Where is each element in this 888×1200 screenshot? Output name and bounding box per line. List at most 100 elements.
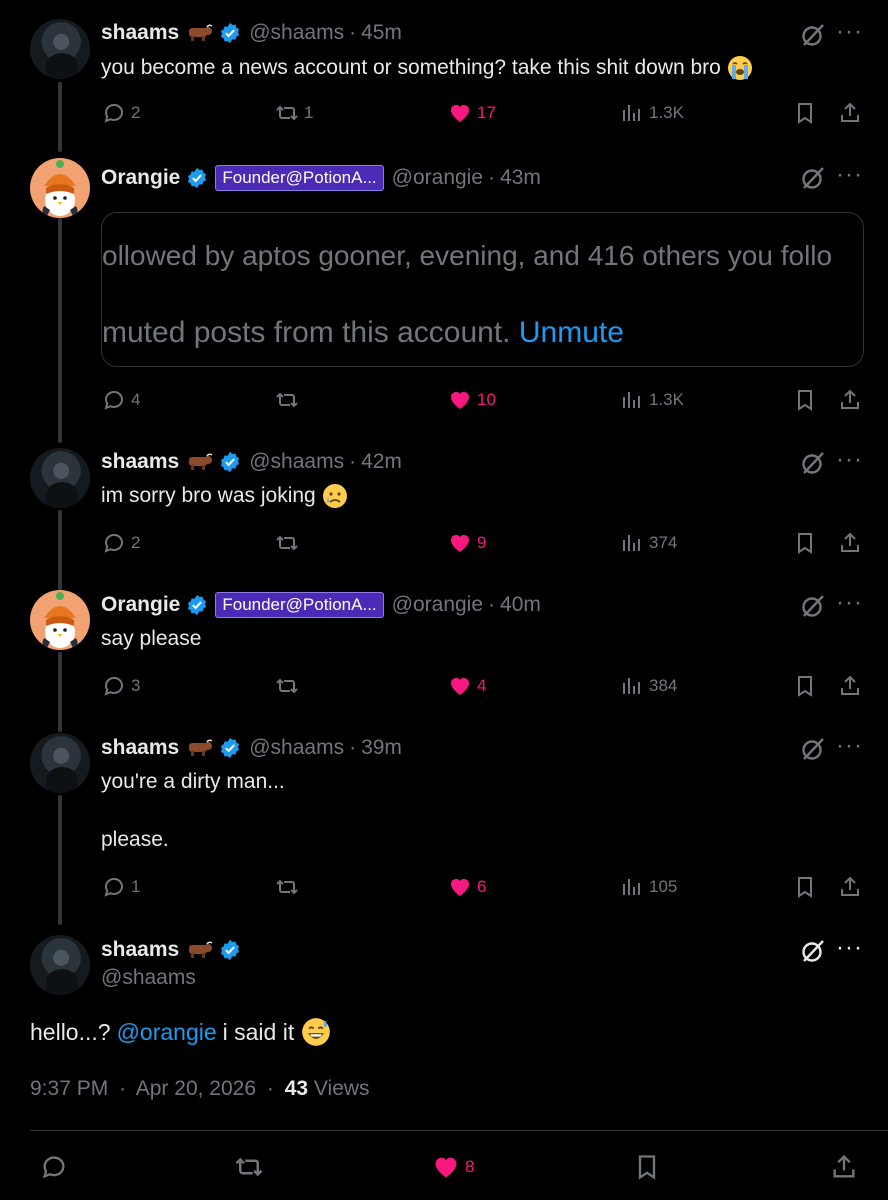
reply-button[interactable]: 2 xyxy=(102,528,140,558)
reply-tweet[interactable]: shaams @shaams · 42m ··· im sorry bro wa… xyxy=(0,435,888,580)
reply-tweet[interactable]: Orangie Founder@PotionA... @orangie · 40… xyxy=(0,580,888,725)
reply-button[interactable]: 2 xyxy=(102,98,140,128)
views-icon xyxy=(623,392,640,408)
affiliate-badge[interactable]: Founder@PotionA... xyxy=(215,165,384,191)
avatar[interactable] xyxy=(30,733,90,793)
like-button[interactable]: 6 xyxy=(448,872,486,902)
repost-button[interactable] xyxy=(275,385,299,415)
grok-icon[interactable] xyxy=(800,22,826,48)
affiliate-badge[interactable]: Founder@PotionA... xyxy=(215,592,384,618)
user-handle[interactable]: @shaams xyxy=(249,736,344,760)
grok-icon[interactable] xyxy=(800,450,826,476)
share-button[interactable] xyxy=(838,528,862,558)
timestamp[interactable]: 39m xyxy=(361,736,402,760)
avatar[interactable] xyxy=(30,19,90,79)
tweet-text-after: i said it xyxy=(222,1018,295,1045)
display-name[interactable]: shaams xyxy=(101,450,179,474)
muted-post-notice: ollowed by aptos gooner, evening, and 41… xyxy=(101,212,864,367)
bookmark-button[interactable] xyxy=(793,528,817,558)
reply-button[interactable]: 1 xyxy=(102,872,140,902)
grok-icon[interactable] xyxy=(800,736,826,762)
reply-button[interactable] xyxy=(40,1152,68,1182)
repost-icon xyxy=(235,1157,263,1177)
more-options-icon[interactable]: ··· xyxy=(836,591,864,621)
avatar[interactable] xyxy=(30,158,90,218)
more-options-icon[interactable]: ··· xyxy=(836,163,864,193)
more-options-icon[interactable]: ··· xyxy=(836,448,864,478)
display-name[interactable]: Orangie xyxy=(101,166,180,190)
tweet-header: Orangie Founder@PotionA... @orangie · 40… xyxy=(101,590,541,620)
views-count: 43 xyxy=(284,1077,309,1100)
repost-button[interactable]: 1 xyxy=(275,98,313,128)
views-button[interactable]: 1.3K xyxy=(620,385,684,415)
more-options-icon[interactable]: ··· xyxy=(836,936,864,966)
repost-icon xyxy=(276,678,298,694)
ox-icon xyxy=(189,739,213,756)
tweet-date[interactable]: Apr 20, 2026 xyxy=(136,1077,256,1100)
repost-button[interactable] xyxy=(234,1152,264,1182)
penguin-avatar-icon xyxy=(42,592,78,650)
share-button[interactable] xyxy=(830,1152,858,1182)
views-count: 1.3K xyxy=(649,103,684,122)
grok-icon[interactable] xyxy=(800,593,826,619)
bookmark-button[interactable] xyxy=(793,872,817,902)
grok-icon[interactable] xyxy=(800,165,826,191)
views-button[interactable]: 374 xyxy=(620,528,677,558)
bookmark-icon xyxy=(638,1155,656,1180)
views-button[interactable]: 384 xyxy=(620,671,677,701)
avatar[interactable] xyxy=(30,448,90,508)
like-button[interactable]: 4 xyxy=(448,671,486,701)
display-name[interactable]: shaams xyxy=(101,736,179,760)
separator-dot: · xyxy=(266,1077,274,1100)
views-button[interactable]: 105 xyxy=(620,872,677,902)
like-button[interactable]: 17 xyxy=(448,98,496,128)
bookmark-button[interactable] xyxy=(793,98,817,128)
like-button[interactable]: 10 xyxy=(448,385,496,415)
reply-icon xyxy=(104,677,123,696)
display-name[interactable]: shaams xyxy=(101,21,179,45)
user-handle[interactable]: @orangie xyxy=(392,166,483,190)
timestamp[interactable]: 42m xyxy=(361,450,402,474)
like-button[interactable]: 9 xyxy=(448,528,486,558)
reply-tweet[interactable]: shaams @shaams · 45m ··· you become a ne… xyxy=(0,0,888,150)
reply-icon xyxy=(104,391,123,410)
grok-icon[interactable] xyxy=(800,938,826,964)
bookmark-button[interactable] xyxy=(633,1152,661,1182)
share-button[interactable] xyxy=(838,671,862,701)
user-handle[interactable]: @shaams xyxy=(249,450,344,474)
timestamp[interactable]: 43m xyxy=(500,166,541,190)
repost-button[interactable] xyxy=(275,671,299,701)
tweet-text-before: hello...? xyxy=(30,1018,111,1045)
bookmark-button[interactable] xyxy=(793,385,817,415)
bookmark-button[interactable] xyxy=(793,671,817,701)
avatar[interactable] xyxy=(30,935,90,995)
views-button[interactable]: 1.3K xyxy=(620,98,684,128)
share-button[interactable] xyxy=(838,385,862,415)
display-name[interactable]: Orangie xyxy=(101,593,180,617)
reply-button[interactable]: 3 xyxy=(102,671,140,701)
timestamp[interactable]: 40m xyxy=(500,593,541,617)
timestamp[interactable]: 45m xyxy=(361,21,402,45)
like-button[interactable]: 8 xyxy=(432,1152,474,1182)
user-handle[interactable]: @shaams xyxy=(101,966,196,990)
bookmark-icon xyxy=(798,103,812,124)
user-handle[interactable]: @orangie xyxy=(392,593,483,617)
verified-badge-icon xyxy=(221,451,240,473)
display-name[interactable]: shaams xyxy=(101,938,179,962)
tweet-header: Orangie Founder@PotionA... @orangie · 43… xyxy=(101,163,541,193)
repost-button[interactable] xyxy=(275,872,299,902)
reply-tweet[interactable]: shaams @shaams · 39m ··· you're a dirty … xyxy=(0,725,888,925)
share-button[interactable] xyxy=(838,872,862,902)
heart-icon xyxy=(451,105,469,122)
more-options-icon[interactable]: ··· xyxy=(836,20,864,50)
user-handle[interactable]: @shaams xyxy=(249,21,344,45)
repost-button[interactable] xyxy=(275,528,299,558)
unmute-link[interactable]: Unmute xyxy=(519,316,624,349)
loudly-crying-face-icon xyxy=(727,55,752,80)
avatar[interactable] xyxy=(30,590,90,650)
mention-link[interactable]: @orangie xyxy=(117,1019,217,1046)
tweet-time[interactable]: 9:37 PM xyxy=(30,1077,108,1100)
reply-button[interactable]: 4 xyxy=(102,385,140,415)
more-options-icon[interactable]: ··· xyxy=(836,734,864,764)
share-button[interactable] xyxy=(838,98,862,128)
